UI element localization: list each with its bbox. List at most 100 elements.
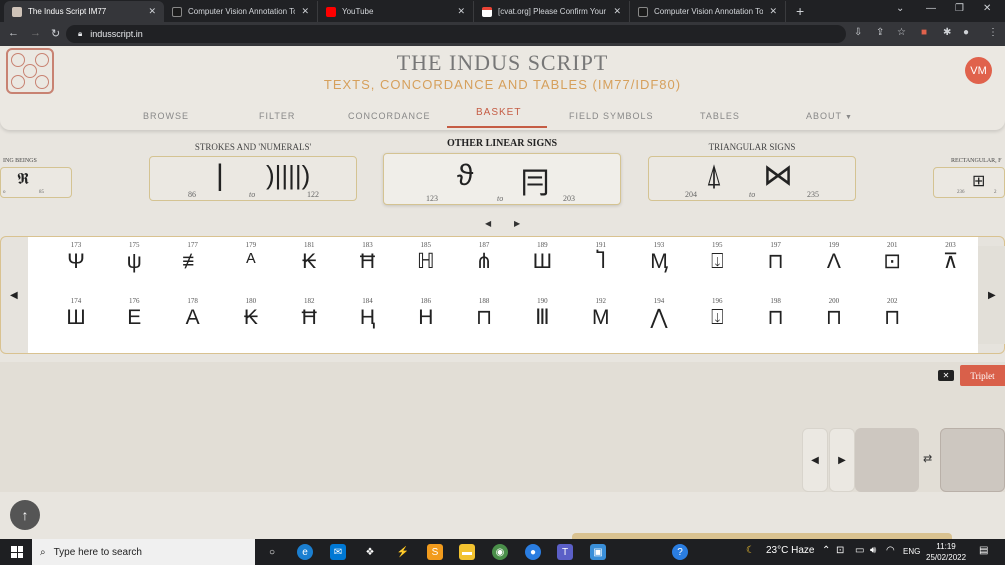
battery-icon[interactable]: ▭: [855, 545, 864, 556]
close-icon[interactable]: ✕: [148, 6, 156, 17]
mail-icon[interactable]: ✉: [330, 544, 346, 560]
prev-category-icon[interactable]: ◀: [485, 219, 491, 228]
sign-cell[interactable]: 173 Ψ: [56, 241, 96, 275]
menu-tables[interactable]: TABLES: [700, 111, 740, 121]
tray-app-icon[interactable]: ⊡: [836, 545, 844, 556]
sign-cell[interactable]: 200 ⊓: [814, 297, 854, 331]
menu-filter[interactable]: FILTER: [259, 111, 295, 121]
wifi-icon[interactable]: ◠: [886, 545, 895, 556]
dropbox-icon[interactable]: ❖: [362, 544, 378, 560]
menu-basket[interactable]: BASKET: [476, 107, 521, 118]
sign-cell[interactable]: 182 Ħ: [289, 297, 329, 331]
clock[interactable]: 11:19 25/02/2022: [926, 541, 966, 563]
edge-icon[interactable]: e: [297, 544, 313, 560]
sign-cell[interactable]: 195 ⍗: [697, 241, 737, 275]
next-category-icon[interactable]: ▶: [514, 219, 520, 228]
sign-cell[interactable]: 185 ℍ: [406, 241, 446, 275]
windows-start-icon[interactable]: [11, 546, 23, 558]
sign-cell[interactable]: 194 ⋀: [639, 297, 679, 331]
swap-icon[interactable]: ⇄: [923, 452, 932, 465]
sign-cell[interactable]: 176 E: [114, 297, 154, 331]
extensions-icon[interactable]: ✱: [943, 27, 951, 38]
menu-field-symbols[interactable]: FIELD SYMBOLS: [569, 111, 654, 121]
sign-cell[interactable]: 197 ⊓: [756, 241, 796, 275]
category-card-strokes[interactable]: | )||||) 86 to 122: [149, 156, 357, 201]
category-card-partial-left[interactable]: 𝕽 o 85: [0, 167, 72, 198]
close-icon[interactable]: ✕: [457, 6, 465, 17]
share-icon[interactable]: ⇪: [876, 27, 884, 38]
sign-cell[interactable]: 187 ⋔: [464, 241, 504, 275]
grid-next-icon[interactable]: ▶: [988, 290, 996, 301]
close-icon[interactable]: ✕: [769, 6, 777, 17]
reload-icon[interactable]: ↻: [51, 27, 60, 40]
app-icon[interactable]: ●: [525, 544, 541, 560]
sign-cell[interactable]: 177 ≢: [173, 241, 213, 275]
sign-cell[interactable]: 193 Ӎ: [639, 241, 679, 275]
menu-about[interactable]: ABOUT ▼: [806, 111, 853, 121]
sign-cell[interactable]: 188 ⊓: [464, 297, 504, 331]
powertoys-icon[interactable]: ⚡: [395, 544, 411, 560]
bookmark-star-icon[interactable]: ☆: [897, 27, 906, 38]
triplet-button[interactable]: Triplet: [960, 365, 1005, 386]
task-view-icon[interactable]: ○: [264, 544, 280, 560]
notification-icon[interactable]: ▤: [979, 545, 988, 556]
weather-text[interactable]: 23°C Haze: [766, 545, 814, 556]
sign-cell[interactable]: 178 A: [173, 297, 213, 331]
tab-cvat-1[interactable]: Computer Vision Annotation Too ✕: [164, 1, 318, 22]
forward-icon[interactable]: →: [30, 27, 41, 39]
menu-concordance[interactable]: CONCORDANCE: [348, 111, 431, 121]
sign-cell[interactable]: 175 ψ: [114, 241, 154, 275]
more-icon[interactable]: ⋮: [988, 27, 998, 38]
basket-prev-button[interactable]: ◀: [802, 428, 828, 492]
taskbar-search-box[interactable]: ⌕ Type here to search: [32, 539, 255, 565]
sign-cell[interactable]: 201 ⊡: [872, 241, 912, 275]
close-icon[interactable]: ✕: [301, 6, 309, 17]
back-icon[interactable]: ←: [8, 27, 19, 39]
menu-browse[interactable]: BROWSE: [143, 111, 189, 121]
profile-icon[interactable]: ●: [963, 27, 969, 38]
minimize-icon[interactable]: —: [926, 3, 936, 14]
chrome-icon[interactable]: ◉: [492, 544, 508, 560]
sign-cell[interactable]: 181 ₭: [289, 241, 329, 275]
address-bar[interactable]: 🔒︎ indusscript.in: [66, 25, 846, 43]
grid-prev-icon[interactable]: ◀: [10, 290, 18, 301]
category-card-triangular[interactable]: ⍋ ⋈ 204 to 235: [648, 156, 856, 201]
new-tab-button[interactable]: +: [796, 3, 804, 19]
basket-slot[interactable]: [940, 428, 1005, 492]
sign-cell[interactable]: 192 M: [581, 297, 621, 331]
sign-cell[interactable]: 179 ᴬ: [231, 241, 271, 275]
tray-expand-icon[interactable]: ⌃: [822, 545, 830, 556]
install-icon[interactable]: ⇩: [854, 27, 862, 38]
clear-basket-button[interactable]: ✕: [938, 370, 954, 381]
sign-cell[interactable]: 199 Ʌ: [814, 241, 854, 275]
sign-cell[interactable]: 186 H: [406, 297, 446, 331]
sign-cell[interactable]: 174 Ш: [56, 297, 96, 331]
sign-cell[interactable]: 202 ⊓: [872, 297, 912, 331]
tab-youtube[interactable]: YouTube ✕: [318, 1, 474, 22]
file-explorer-icon[interactable]: ▬: [459, 544, 475, 560]
sign-cell[interactable]: 183 Ħ: [348, 241, 388, 275]
sign-cell[interactable]: 203 ⊼: [931, 241, 971, 275]
user-avatar[interactable]: VM: [965, 57, 992, 84]
window-close-icon[interactable]: ✕: [983, 3, 991, 14]
scroll-to-top-button[interactable]: ↑: [10, 500, 40, 530]
sublime-icon[interactable]: S: [427, 544, 443, 560]
pocket-icon[interactable]: ■: [921, 27, 927, 38]
tab-indus-script[interactable]: The Indus Script IM77 ✕: [4, 1, 164, 22]
teams-icon[interactable]: T: [557, 544, 573, 560]
sign-cell[interactable]: 191 Ⴈ: [581, 241, 621, 275]
help-icon[interactable]: ?: [672, 544, 688, 560]
sign-cell[interactable]: 196 ⍗: [697, 297, 737, 331]
close-icon[interactable]: ✕: [613, 6, 621, 17]
sign-cell[interactable]: 180 ₭: [231, 297, 271, 331]
basket-slot[interactable]: [855, 428, 919, 492]
sign-cell[interactable]: 184 Ⱨ: [348, 297, 388, 331]
tab-cvat-2[interactable]: Computer Vision Annotation Too ✕: [630, 1, 786, 22]
volume-icon[interactable]: 🔊︎: [870, 545, 876, 556]
tab-search-icon[interactable]: ⌄: [896, 3, 904, 14]
sign-cell[interactable]: 190 Ⅲ: [522, 297, 562, 331]
photos-icon[interactable]: ▣: [590, 544, 606, 560]
category-card-linear[interactable]: ϑ 冃 123 to 203: [383, 153, 621, 205]
sign-cell[interactable]: 189 Ш: [522, 241, 562, 275]
language-indicator[interactable]: ENG: [903, 547, 920, 556]
